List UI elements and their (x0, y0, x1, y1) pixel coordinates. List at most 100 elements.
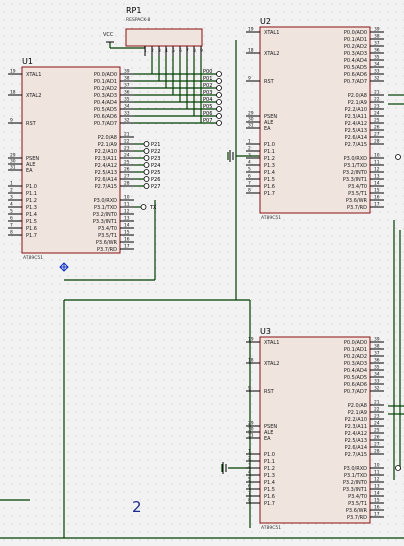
left-pin-name: XTAL2 (264, 361, 279, 367)
left-pin-name: XTAL2 (264, 51, 279, 57)
right-pin-number: 13 (374, 484, 380, 490)
right-pin-name: P2.3/A11 (345, 424, 367, 430)
p2-terminal (143, 169, 150, 175)
left-pin-number: 7 (248, 491, 251, 497)
u3-reference: U3 (260, 327, 271, 336)
right-pin-number: 32 (374, 386, 380, 392)
right-pin-name: P3.3/INT1 (343, 487, 367, 493)
right-pin-number: 11 (374, 470, 380, 476)
left-pin-number: 7 (10, 223, 13, 229)
left-pin-name: P1.7 (264, 501, 275, 507)
left-pin-number: 4 (248, 470, 251, 476)
left-pin-number: 31 (248, 433, 254, 439)
schematic-drawing[interactable]: VCC RP1 RESPACK-8 123456789 U1AT89C5119 X… (0, 0, 404, 546)
left-pin-name: RST (264, 389, 275, 395)
rp1-pin-number: 2 (151, 48, 154, 54)
left-pin-name: P1.4 (26, 212, 37, 218)
right-pin-number: 22 (374, 97, 380, 103)
left-pin-number: 5 (10, 209, 13, 215)
right-pin-number: 21 (374, 400, 380, 406)
p0-terminal (216, 106, 222, 112)
left-pin-number: 2 (248, 146, 251, 152)
right-pin-name: P3.2/INT0 (93, 212, 117, 218)
right-pin-number: 23 (374, 104, 380, 110)
right-pin-name: P0.6/AD6 (344, 72, 367, 78)
rp1-pin-number: 1 (144, 48, 147, 54)
left-pin-number: 30 (248, 117, 254, 123)
p2-terminal (143, 141, 150, 147)
left-pin-number: 3 (248, 153, 251, 159)
vcc-symbol: VCC (103, 32, 114, 43)
tx-terminal-u2 (395, 154, 401, 160)
right-pin-number: 33 (124, 111, 130, 117)
right-pin-name: P0.7/AD7 (344, 389, 367, 395)
right-pin-name: P3.0/RXD (94, 198, 118, 204)
rp1-pin-number: 7 (186, 48, 189, 54)
p0-terminal-label: P01 (203, 76, 212, 82)
u1-chip[interactable]: U1AT89C5119 XTAL118 XTAL29 RST29 PSEN30 ALE31… (8, 57, 134, 261)
p0-terminal (216, 113, 222, 119)
rp1-pin-number: 9 (200, 48, 203, 54)
right-pin-number: 32 (374, 76, 380, 82)
right-pin-name: P3.7/RD (347, 515, 367, 521)
right-pin-number: 14 (374, 491, 380, 497)
right-pin-number: 24 (374, 421, 380, 427)
u3-chip[interactable]: U3AT89C5119 XTAL118 XTAL29 RST29 PSEN30 ALE31… (246, 327, 384, 531)
right-pin-number: 33 (374, 379, 380, 385)
right-pin-name: P0.2/AD2 (344, 44, 367, 50)
p0-terminal-label: P07 (203, 118, 212, 124)
right-pin-number: 28 (124, 181, 130, 187)
right-pin-number: 39 (124, 69, 130, 75)
right-pin-name: P0.2/AD2 (344, 354, 367, 360)
sheet-number: 2 (132, 498, 142, 516)
u2-chip[interactable]: U2AT89C5119 XTAL118 XTAL29 RST29 PSEN30 ALE31… (246, 17, 384, 221)
p0-terminal-label: P06 (203, 111, 212, 117)
left-pin-name: EA (26, 168, 33, 174)
left-pin-number: 30 (248, 427, 254, 433)
left-pin-name: P1.7 (26, 233, 37, 239)
right-pin-number: 17 (374, 512, 380, 518)
right-pin-name: P3.5/T1 (348, 501, 367, 507)
left-pin-name: P1.5 (264, 177, 275, 183)
right-pin-number: 21 (374, 90, 380, 96)
right-pin-number: 12 (124, 209, 130, 215)
right-pin-number: 37 (124, 83, 130, 89)
right-pin-number: 28 (374, 139, 380, 145)
right-pin-number: 25 (374, 118, 380, 124)
right-pin-number: 15 (374, 498, 380, 504)
right-pin-number: 34 (374, 62, 380, 68)
right-pin-name: P2.5/A13 (345, 128, 367, 134)
left-pin-number: 9 (248, 386, 251, 392)
right-pin-number: 15 (124, 230, 130, 236)
p0-terminal-label: P05 (203, 104, 212, 110)
right-pin-name: P2.1/A9 (98, 142, 117, 148)
right-pin-number: 37 (374, 41, 380, 47)
origin-marker (59, 262, 69, 272)
schematic-canvas[interactable]: VCC RP1 RESPACK-8 123456789 U1 AT89C51 19 X… (0, 0, 404, 546)
left-pin-name: P1.6 (26, 226, 37, 232)
right-pin-number: 35 (374, 365, 380, 371)
rp1-pin-number: 4 (165, 48, 168, 54)
p2-terminal-label: P22 (151, 149, 160, 155)
rp1-pin-number: 6 (179, 48, 182, 54)
right-pin-name: P3.0/RXD (344, 466, 368, 472)
right-pin-name: P0.2/AD2 (94, 86, 117, 92)
right-pin-name: P2.5/A13 (95, 170, 117, 176)
right-pin-number: 16 (374, 505, 380, 511)
left-pin-name: P1.0 (26, 184, 37, 190)
right-pin-number: 15 (374, 188, 380, 194)
right-pin-name: P3.3/INT1 (93, 219, 117, 225)
left-pin-number: 19 (248, 27, 254, 33)
left-pin-number: 3 (10, 195, 13, 201)
right-pin-number: 37 (374, 351, 380, 357)
right-pin-number: 26 (374, 435, 380, 441)
right-pin-name: P2.6/A14 (95, 177, 117, 183)
right-pin-name: P2.6/A14 (345, 445, 367, 451)
right-pin-name: P2.7/A15 (95, 184, 117, 190)
right-pin-number: 35 (374, 55, 380, 61)
right-pin-name: P2.7/A15 (345, 452, 367, 458)
rp1-pin-number: 3 (158, 48, 161, 54)
right-pin-name: P0.0/AD0 (94, 72, 117, 78)
left-pin-name: P1.7 (264, 191, 275, 197)
right-pin-name: P2.6/A14 (345, 135, 367, 141)
